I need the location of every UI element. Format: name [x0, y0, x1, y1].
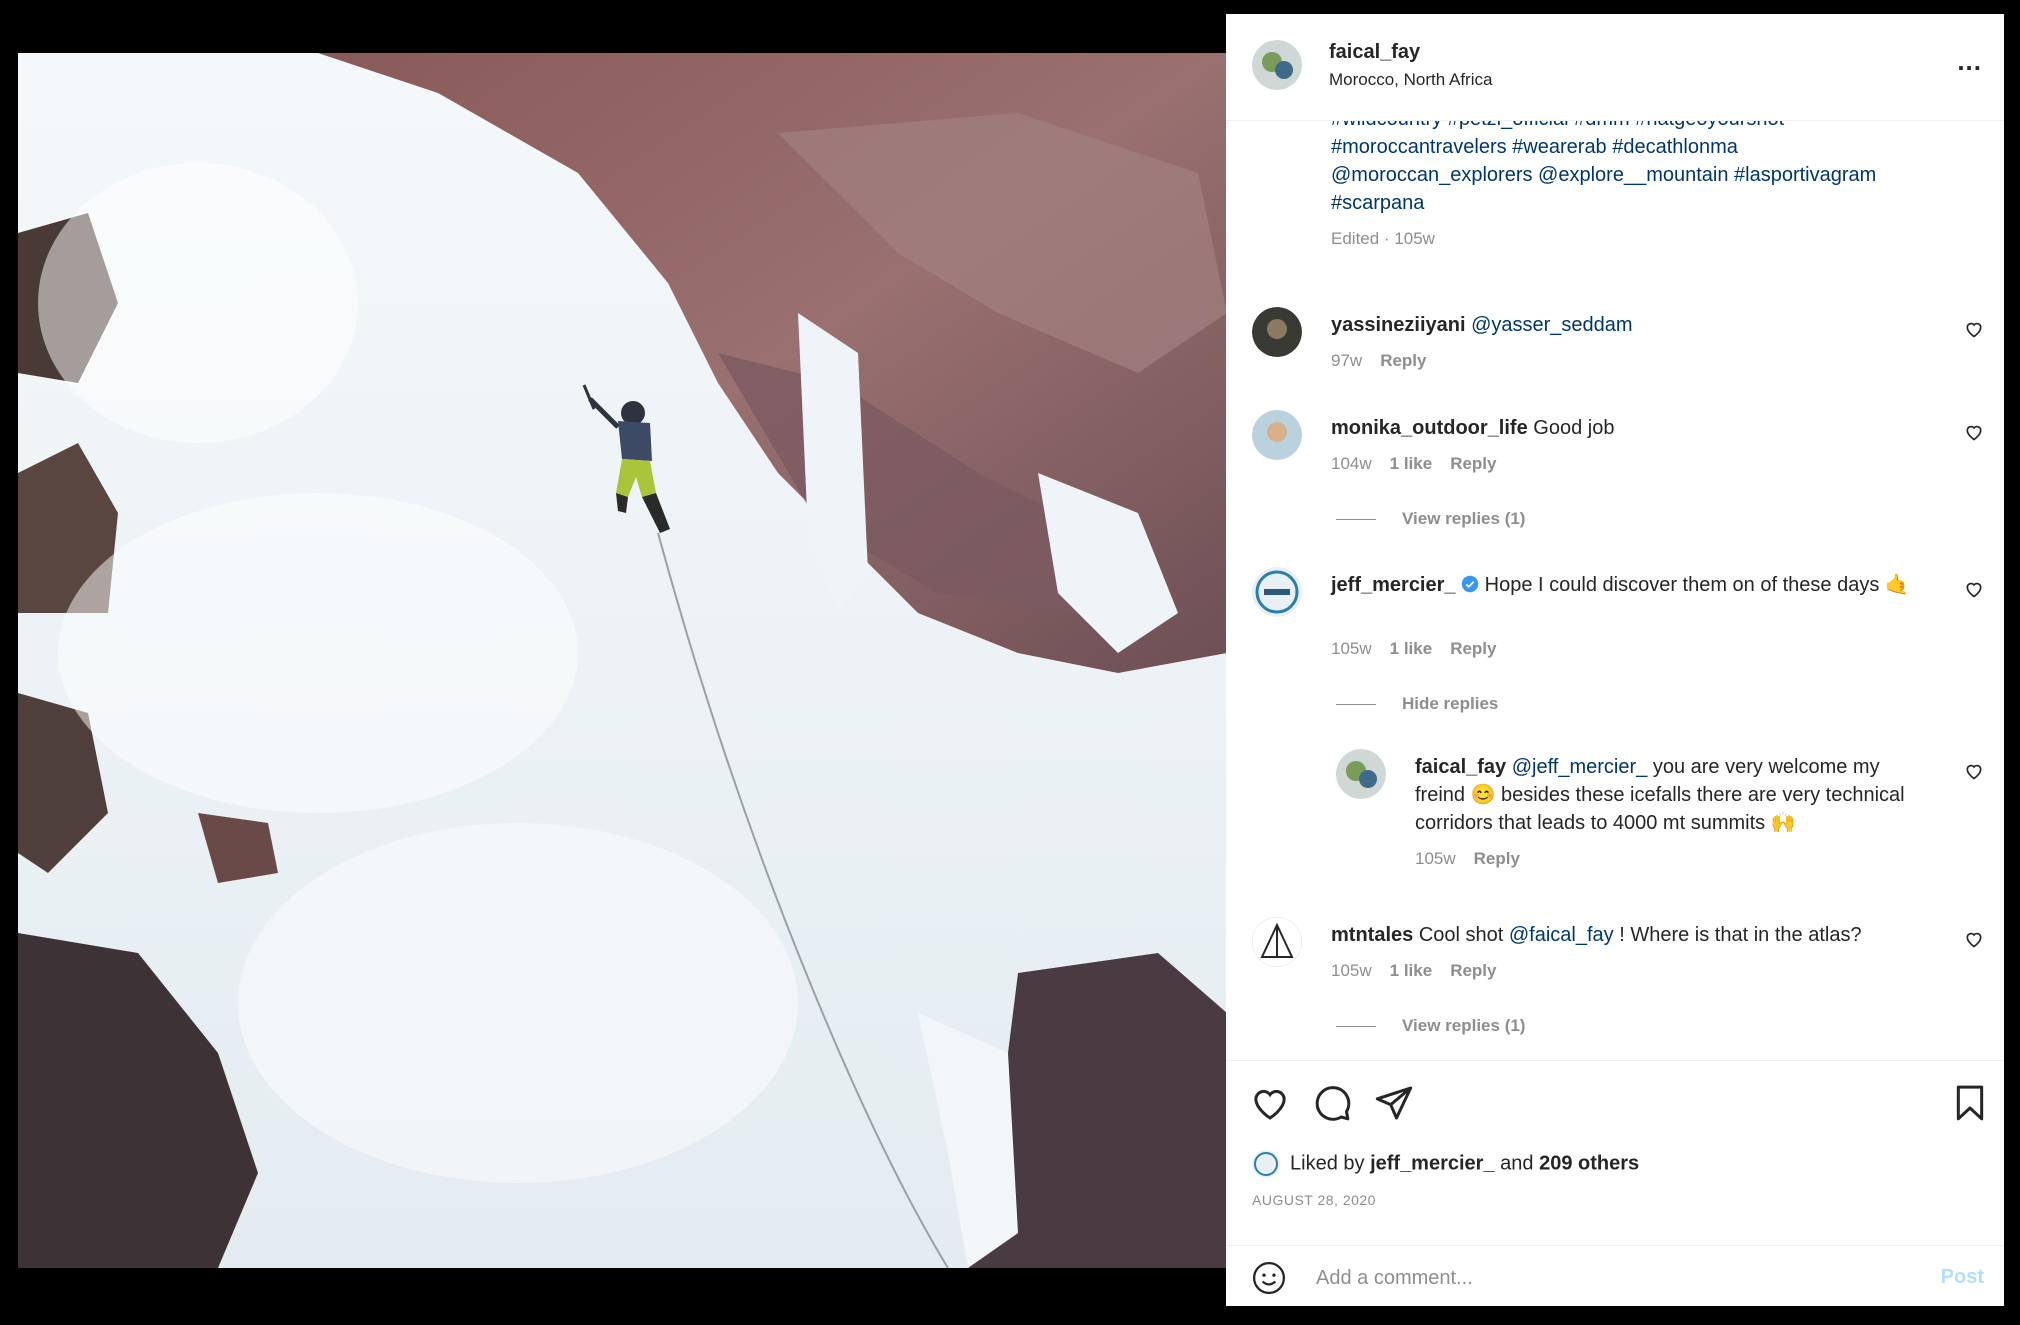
- add-comment-input[interactable]: [1314, 1258, 1878, 1298]
- ice-climbing-photo: [18, 53, 1227, 1268]
- like-comment-icon[interactable]: [1964, 579, 1984, 599]
- heart-icon[interactable]: [1250, 1083, 1290, 1123]
- avatar[interactable]: [1252, 410, 1302, 460]
- comment-text: faical_fay @jeff_mercier_ you are very w…: [1415, 753, 1935, 837]
- post-date[interactable]: AUGUST 28, 2020: [1252, 1192, 1376, 1208]
- post-actions: Liked by jeff_mercier_ and 209 others AU…: [1226, 1060, 2004, 1307]
- comment-text: yassineziiyani @yasser_seddam: [1331, 311, 1931, 339]
- reply-button[interactable]: Reply: [1450, 961, 1496, 980]
- comment-time[interactable]: 104w: [1331, 454, 1372, 473]
- comment-text: monika_outdoor_life Good job: [1331, 414, 1931, 442]
- comment-username[interactable]: monika_outdoor_life: [1331, 417, 1528, 439]
- mention-link[interactable]: @jeff_mercier_: [1512, 756, 1648, 778]
- avatar[interactable]: [1252, 567, 1302, 617]
- comment-time[interactable]: 105w: [1331, 639, 1372, 658]
- comment-meta: 104w 1 like Reply: [1331, 454, 1514, 474]
- comment-username[interactable]: jeff_mercier_: [1331, 574, 1456, 596]
- comment-meta: 105w 1 like Reply: [1331, 961, 1514, 981]
- verified-badge-icon: [1461, 575, 1479, 593]
- comment-meta: 97w Reply: [1331, 351, 1444, 371]
- comment-meta: 105w 1 like Reply: [1331, 639, 1514, 659]
- caption-edited: Edited · 105w: [1331, 229, 1435, 248]
- avatar[interactable]: [1252, 1150, 1280, 1178]
- likes-and: and: [1500, 1152, 1534, 1175]
- comment-text: jeff_mercier_ Hope I could discover them…: [1331, 571, 1931, 599]
- likes-user[interactable]: jeff_mercier_: [1370, 1152, 1495, 1174]
- like-comment-icon[interactable]: [1964, 422, 1984, 442]
- comment-text: mtntales Cool shot @faical_fay ! Where i…: [1331, 921, 1931, 949]
- caption-line[interactable]: #wildcountry #petzl_official #dmm #natge…: [1331, 121, 1951, 133]
- more-options-icon[interactable]: ...: [1957, 46, 1982, 77]
- post-location[interactable]: Morocco, North Africa: [1329, 70, 1492, 90]
- post-panel: faical_fay Morocco, North Africa ... #wi…: [1226, 14, 2004, 1306]
- post-comment-button[interactable]: Post: [1941, 1266, 1984, 1289]
- comment-time[interactable]: 97w: [1331, 351, 1362, 370]
- comment-username[interactable]: yassineziiyani: [1331, 314, 1466, 336]
- like-comment-icon[interactable]: [1964, 761, 1984, 781]
- likes-prefix: Liked by: [1290, 1152, 1365, 1175]
- reply-button[interactable]: Reply: [1450, 639, 1496, 658]
- comment-body: Good job: [1533, 417, 1615, 439]
- comment-body: Cool shot: [1418, 924, 1504, 946]
- hide-replies-button[interactable]: Hide replies: [1336, 694, 1498, 714]
- comment-time[interactable]: 105w: [1415, 849, 1456, 868]
- add-comment-bar: Post: [1226, 1245, 2004, 1308]
- view-replies-button[interactable]: View replies (1): [1336, 509, 1525, 529]
- comment-meta: 105w Reply: [1415, 849, 1538, 869]
- avatar[interactable]: [1336, 749, 1386, 799]
- likes-count[interactable]: 1 like: [1390, 454, 1433, 473]
- comment-username[interactable]: mtntales: [1331, 924, 1413, 946]
- mention-link[interactable]: @yasser_seddam: [1471, 314, 1632, 336]
- likes-count[interactable]: 1 like: [1390, 961, 1433, 980]
- post-username[interactable]: faical_fay: [1329, 41, 1420, 64]
- reply-button[interactable]: Reply: [1474, 849, 1520, 868]
- comment-time[interactable]: 105w: [1331, 961, 1372, 980]
- caption-line[interactable]: #scarpana: [1331, 189, 1951, 217]
- share-icon[interactable]: [1374, 1083, 1414, 1123]
- post-header: faical_fay Morocco, North Africa ...: [1226, 14, 2004, 121]
- caption-line[interactable]: @moroccan_explorers @explore__mountain #…: [1331, 161, 1951, 189]
- avatar[interactable]: [1252, 307, 1302, 357]
- comments-list[interactable]: #wildcountry #petzl_official #dmm #natge…: [1226, 121, 2004, 1059]
- likes-count[interactable]: 1 like: [1390, 639, 1433, 658]
- post-photo[interactable]: [18, 53, 1227, 1268]
- like-comment-icon[interactable]: [1964, 929, 1984, 949]
- caption-line[interactable]: #moroccantravelers #wearerab #decathlonm…: [1331, 133, 1951, 161]
- likes-others[interactable]: 209 others: [1539, 1152, 1639, 1174]
- view-replies-button[interactable]: View replies (1): [1336, 1016, 1525, 1036]
- comment-body: ! Where is that in the atlas?: [1619, 924, 1862, 946]
- comment-icon[interactable]: [1312, 1083, 1352, 1123]
- mention-link[interactable]: @faical_fay: [1509, 924, 1614, 946]
- reply-button[interactable]: Reply: [1450, 454, 1496, 473]
- comment-body: Hope I could discover them on of these d…: [1484, 574, 1910, 596]
- comment-username[interactable]: faical_fay: [1415, 756, 1506, 778]
- emoji-icon[interactable]: [1252, 1261, 1286, 1295]
- avatar[interactable]: [1252, 917, 1302, 967]
- likes-summary: Liked by jeff_mercier_ and 209 others: [1252, 1150, 1639, 1178]
- avatar[interactable]: [1252, 40, 1302, 90]
- bookmark-icon[interactable]: [1950, 1083, 1990, 1123]
- reply-button[interactable]: Reply: [1380, 351, 1426, 370]
- like-comment-icon[interactable]: [1964, 319, 1984, 339]
- caption: #wildcountry #petzl_official #dmm #natge…: [1331, 121, 1951, 253]
